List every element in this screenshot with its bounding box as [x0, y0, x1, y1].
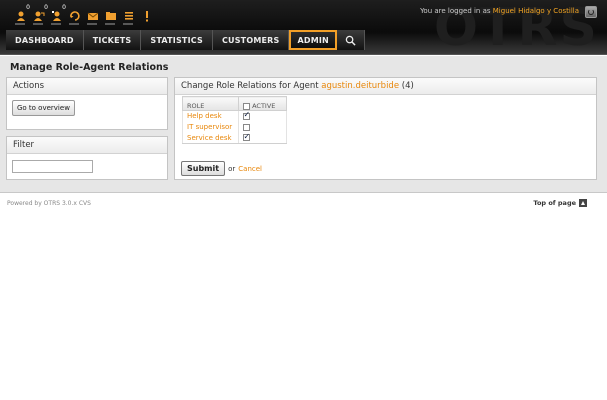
role-relations-table: ROLE ACTIVE Help desk IT supervisor Serv… [182, 96, 287, 144]
go-to-overview-button[interactable]: Go to overview [12, 100, 75, 116]
toolbar-underline [51, 23, 61, 25]
role-link-it-supervisor[interactable]: IT supervisor [187, 123, 232, 131]
toolbar: 0 0 0 [12, 4, 156, 26]
top-of-page-link[interactable]: Top of page [533, 199, 587, 207]
active-column-header: ACTIVE [238, 96, 287, 111]
actions-heading: Actions [7, 78, 167, 95]
queue-view-icon [125, 12, 133, 20]
locked-tickets-toolbar-item[interactable]: 0 [12, 4, 30, 26]
active-checkbox-service-desk[interactable] [243, 132, 250, 142]
escalation-toolbar-item[interactable] [66, 6, 84, 26]
filter-box: Filter [6, 136, 168, 180]
header-bar: OTRS 0 0 0 You are logged in as Miguel H… [0, 0, 607, 55]
status-view-toolbar-item[interactable] [138, 6, 156, 26]
or-text: or [228, 164, 236, 173]
role-link-service-desk[interactable]: Service desk [187, 134, 232, 142]
table-row: Help desk [182, 110, 287, 122]
table-row: Service desk [182, 132, 287, 144]
active-checkbox-it-supervisor[interactable] [243, 123, 250, 131]
new-phone-ticket-toolbar-item[interactable] [102, 6, 120, 26]
agent-id: (4) [401, 81, 414, 91]
top-of-page-label: Top of page [533, 199, 576, 207]
toolbar-underline [123, 23, 133, 25]
logout-button[interactable] [585, 6, 597, 18]
watched-tickets-icon [34, 11, 45, 21]
filter-input[interactable] [12, 160, 93, 173]
page-title: Manage Role-Agent Relations [10, 62, 169, 73]
role-relations-heading: Change Role Relations for Agent agustin.… [175, 78, 596, 95]
heading-prefix: Change Role Relations for Agent [181, 81, 319, 91]
login-info: You are logged in as Miguel Hidalgo y Co… [420, 7, 579, 15]
submit-button[interactable]: Submit [181, 161, 226, 176]
new-email-ticket-icon [87, 12, 99, 20]
responsible-tickets-toolbar-item[interactable]: 0 [48, 4, 66, 26]
active-checkbox-help-desk[interactable] [243, 110, 250, 120]
role-relations-box: Change Role Relations for Agent agustin.… [174, 77, 597, 180]
main-navigation: DASHBOARD TICKETS STATISTICS CUSTOMERS A… [6, 30, 365, 50]
nav-search[interactable] [336, 30, 365, 50]
toolbar-underline [69, 23, 79, 25]
queue-view-toolbar-item[interactable] [120, 6, 138, 26]
new-phone-ticket-icon [106, 12, 116, 20]
role-column-header: ROLE [182, 96, 239, 111]
toolbar-underline [87, 23, 97, 25]
new-email-ticket-toolbar-item[interactable] [84, 6, 102, 26]
nav-customers[interactable]: CUSTOMERS [212, 30, 290, 50]
actions-box: Actions Go to overview [6, 77, 168, 130]
agent-link[interactable]: agustin.deiturbide [321, 81, 399, 91]
filter-heading: Filter [7, 137, 167, 154]
powered-by-text: Powered by OTRS 3.0.x CVS [7, 200, 91, 207]
toolbar-underline [33, 23, 43, 25]
toolbar-underline [105, 23, 115, 25]
arrow-up-icon [579, 199, 587, 207]
escalation-icon [70, 11, 80, 21]
content-area: Manage Role-Agent Relations Actions Go t… [0, 56, 607, 193]
login-prefix: You are logged in as [420, 7, 491, 15]
active-column-label: ACTIVE [252, 102, 276, 110]
select-all-checkbox[interactable] [243, 102, 250, 110]
watched-tickets-toolbar-item[interactable]: 0 [30, 4, 48, 26]
nav-statistics[interactable]: STATISTICS [141, 30, 213, 50]
power-icon [588, 9, 594, 15]
user-name-link[interactable]: Miguel Hidalgo y Costilla [493, 7, 579, 15]
responsible-tickets-icon [52, 11, 61, 21]
nav-dashboard[interactable]: DASHBOARD [6, 30, 84, 50]
nav-admin[interactable]: ADMIN [289, 30, 337, 50]
toolbar-underline [15, 23, 25, 25]
nav-tickets[interactable]: TICKETS [83, 30, 142, 50]
search-icon [345, 35, 356, 46]
status-view-icon [146, 11, 148, 22]
role-link-help-desk[interactable]: Help desk [187, 112, 222, 120]
locked-tickets-icon [17, 11, 25, 21]
cancel-link[interactable]: Cancel [238, 165, 262, 173]
table-row: IT supervisor [182, 121, 287, 133]
